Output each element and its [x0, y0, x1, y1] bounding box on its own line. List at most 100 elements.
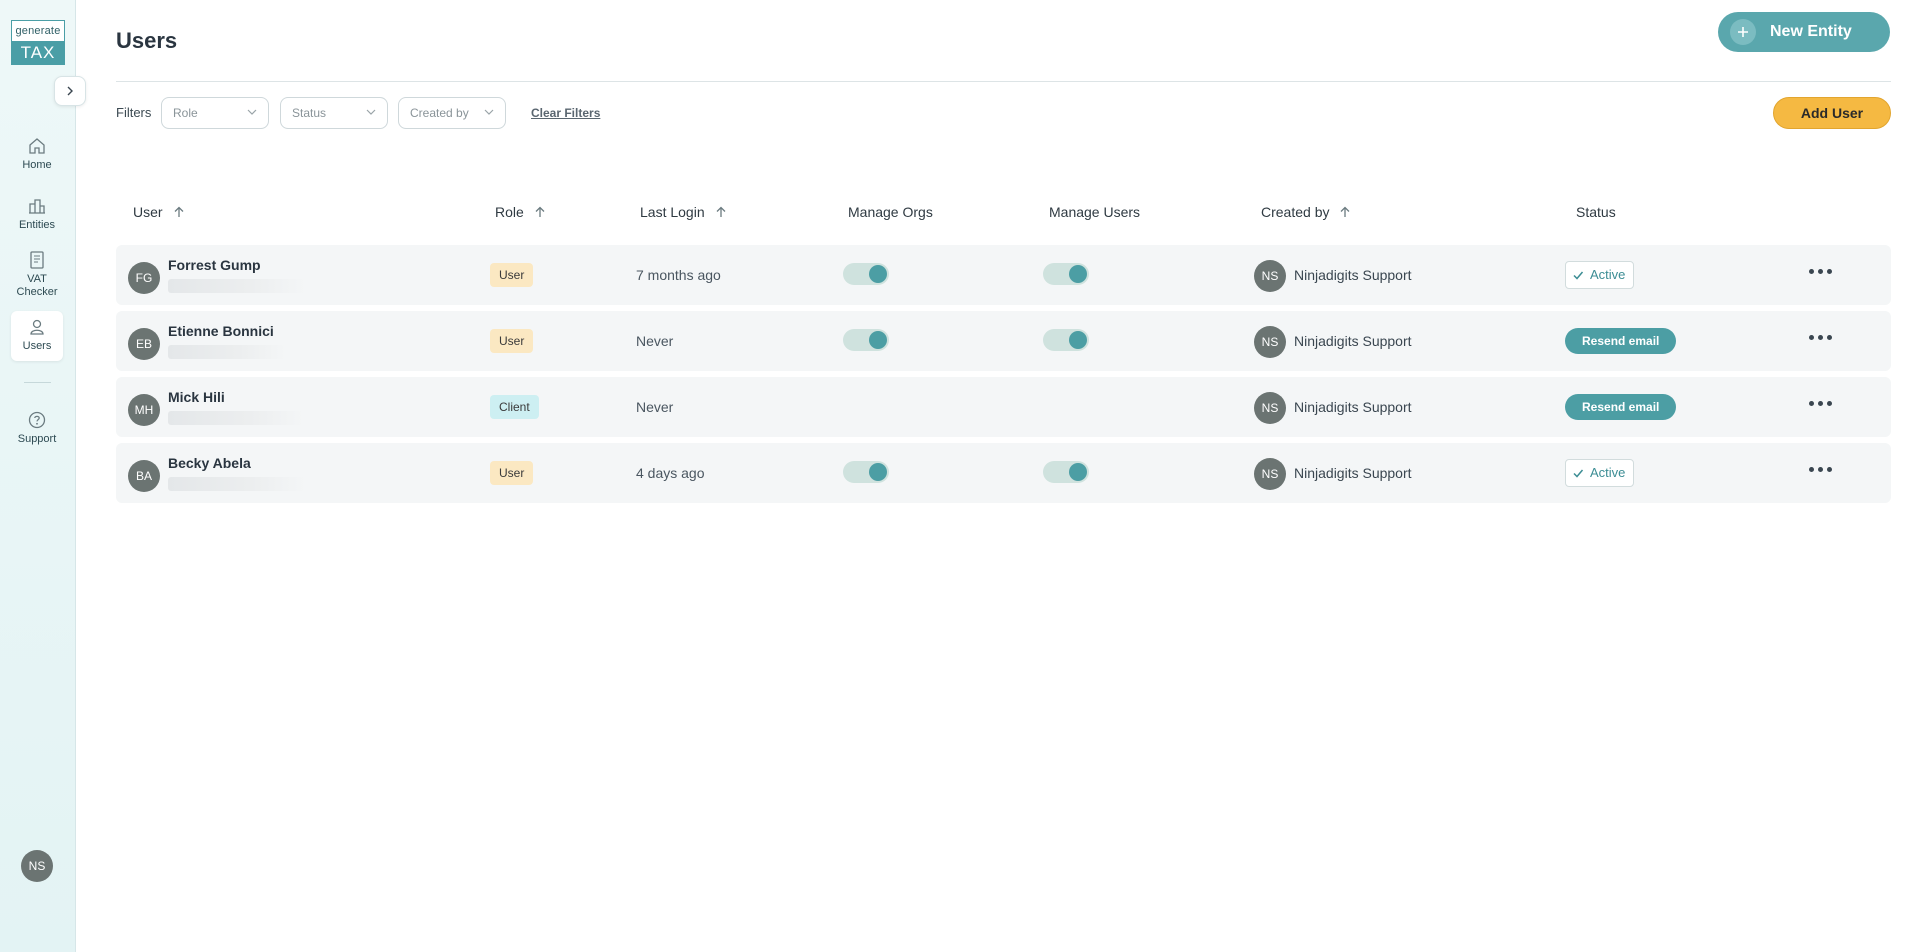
table-row[interactable]: EB Etienne Bonnici User Never NS Ninjadi…: [116, 311, 1891, 371]
logo-text-top: generate: [15, 25, 61, 37]
sidebar-item-home[interactable]: Home: [11, 136, 63, 178]
row-more-options-icon[interactable]: [1809, 335, 1832, 340]
sidebar-item-vat-checker[interactable]: VAT Checker: [11, 250, 63, 302]
table-row[interactable]: MH Mick Hili Client Never NS Ninjadigits…: [116, 377, 1891, 437]
sidebar-item-support[interactable]: Support: [11, 410, 63, 452]
created-by-name: Ninjadigits Support: [1294, 267, 1412, 283]
buildings-icon: [29, 199, 45, 214]
manage-users-toggle[interactable]: [1043, 329, 1089, 351]
created-by-name: Ninjadigits Support: [1294, 465, 1412, 481]
new-entity-label: New Entity: [1770, 23, 1852, 40]
column-header-label: Created by: [1261, 204, 1330, 220]
column-header-last-login[interactable]: Last Login: [640, 204, 727, 220]
created-by-name: Ninjadigits Support: [1294, 333, 1412, 349]
toggle-knob: [869, 463, 887, 481]
sidebar-divider: [24, 382, 51, 383]
sidebar-item-label: Entities: [18, 219, 56, 231]
created-by-filter-select[interactable]: Created by: [398, 97, 506, 129]
user-avatar: FG: [128, 262, 160, 294]
column-header-label: Last Login: [640, 204, 705, 220]
role-badge: User: [490, 329, 534, 353]
toggle-knob: [1069, 265, 1087, 283]
add-user-button[interactable]: Add User: [1773, 97, 1891, 129]
user-email-redacted: [168, 411, 304, 425]
column-header-manage-users: Manage Users: [1049, 204, 1140, 220]
column-header-created-by[interactable]: Created by: [1261, 204, 1351, 220]
user-avatar: MH: [128, 394, 160, 426]
document-icon: [30, 251, 44, 269]
created-by-avatar: NS: [1254, 260, 1286, 292]
user-name: Forrest Gump: [168, 257, 261, 273]
manage-orgs-toggle[interactable]: [843, 461, 889, 483]
status-filter-select[interactable]: Status: [280, 97, 388, 129]
user-email-redacted: [168, 279, 306, 293]
sidebar-item-users[interactable]: Users: [11, 311, 63, 361]
toggle-knob: [1069, 331, 1087, 349]
check-icon: [1573, 271, 1584, 280]
sidebar: generate TAX Home Entities VAT Checker U…: [0, 0, 86, 952]
header-divider: [116, 81, 1891, 82]
manage-users-toggle[interactable]: [1043, 461, 1089, 483]
column-header-label: Manage Orgs: [848, 204, 933, 220]
chevron-down-icon: [247, 109, 257, 115]
user-email-redacted: [168, 345, 286, 359]
toggle-knob: [869, 331, 887, 349]
chevron-down-icon: [366, 109, 376, 115]
clear-filters-link[interactable]: Clear Filters: [531, 106, 600, 120]
column-header-role[interactable]: Role: [495, 204, 546, 220]
column-header-label: Status: [1576, 204, 1616, 220]
sort-arrow-up-icon[interactable]: [534, 206, 546, 218]
user-email-redacted: [168, 477, 306, 491]
column-header-label: Manage Users: [1049, 204, 1141, 220]
manage-orgs-toggle[interactable]: [843, 329, 889, 351]
current-user-avatar[interactable]: NS: [21, 850, 53, 882]
manage-orgs-toggle[interactable]: [843, 263, 889, 285]
created-by-filter-placeholder: Created by: [410, 106, 469, 120]
manage-users-toggle[interactable]: [1043, 263, 1089, 285]
chevron-down-icon: [484, 109, 494, 115]
sidebar-item-label: Users: [22, 340, 52, 352]
filters-label: Filters: [116, 105, 152, 120]
sort-arrow-up-icon[interactable]: [715, 206, 727, 218]
role-badge: Client: [490, 395, 539, 419]
status-label: Active: [1590, 267, 1626, 282]
sort-arrow-up-icon[interactable]: [1339, 206, 1351, 218]
user-icon: [30, 319, 44, 335]
logo-text-bottom: TAX: [12, 41, 64, 64]
row-more-options-icon[interactable]: [1809, 467, 1832, 472]
column-header-user[interactable]: User: [133, 204, 185, 220]
sidebar-expand-button[interactable]: [54, 76, 86, 106]
column-header-label: User: [133, 204, 163, 220]
resend-email-button[interactable]: Resend email: [1565, 328, 1677, 354]
table-row[interactable]: FG Forrest Gump User 7 months ago NS Nin…: [116, 245, 1891, 305]
role-filter-select[interactable]: Role: [161, 97, 269, 129]
column-header-manage-orgs: Manage Orgs: [848, 204, 933, 220]
role-badge: User: [490, 263, 534, 287]
generate-tax-logo[interactable]: generate TAX: [11, 20, 65, 65]
table-row[interactable]: BA Becky Abela User 4 days ago NS Ninjad…: [116, 443, 1891, 503]
page-title: Users: [116, 28, 178, 53]
home-icon: [29, 138, 45, 154]
column-header-status: Status: [1576, 204, 1616, 220]
row-more-options-icon[interactable]: [1809, 401, 1832, 406]
toggle-knob: [869, 265, 887, 283]
sidebar-item-entities[interactable]: Entities: [11, 196, 63, 238]
last-login: Never: [636, 399, 674, 415]
plus-icon: [1730, 19, 1756, 45]
created-by-avatar: NS: [1254, 392, 1286, 424]
sidebar-item-label: Support: [17, 433, 57, 445]
sort-arrow-up-icon[interactable]: [173, 206, 185, 218]
user-name: Etienne Bonnici: [168, 323, 274, 339]
check-icon: [1573, 469, 1584, 478]
column-header-label: Role: [495, 204, 524, 220]
last-login: 7 months ago: [636, 267, 721, 283]
last-login: 4 days ago: [636, 465, 705, 481]
new-entity-button[interactable]: New Entity: [1718, 12, 1890, 52]
role-filter-placeholder: Role: [173, 106, 198, 120]
status-label: Active: [1590, 465, 1626, 480]
chevron-right-icon: [67, 86, 73, 96]
help-circle-icon: [28, 411, 46, 429]
resend-email-button[interactable]: Resend email: [1565, 394, 1677, 420]
created-by-avatar: NS: [1254, 326, 1286, 358]
row-more-options-icon[interactable]: [1809, 269, 1832, 274]
